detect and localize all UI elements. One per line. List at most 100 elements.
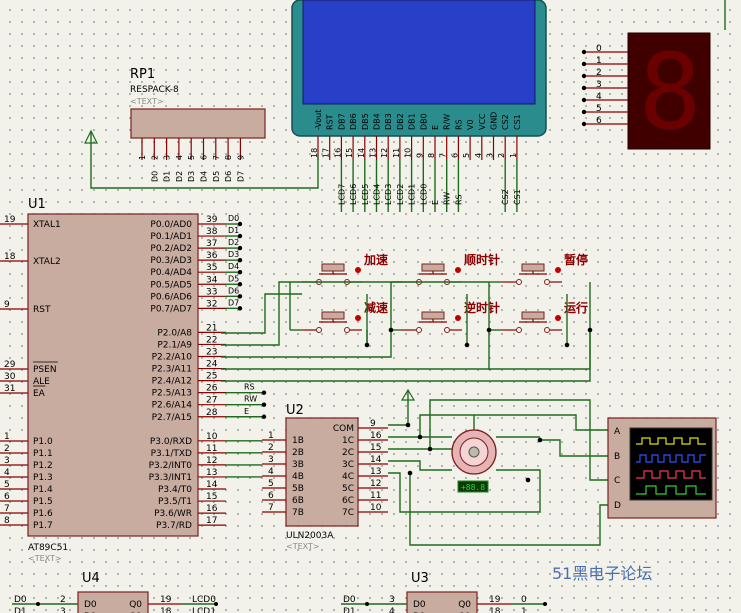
u1-pin-number: 3 <box>4 456 10 466</box>
lcd-net-label: LCD2 <box>396 184 405 205</box>
u1-pin-number: 12 <box>206 456 217 466</box>
stepper-motor[interactable]: +88.8 <box>451 429 497 493</box>
u1-pin-label: P3.4/T0 <box>158 485 192 495</box>
rp1-pin-number: 8 <box>224 155 233 160</box>
rp1-pin-number: 2 <box>150 155 159 160</box>
rp1-pin-number: 6 <box>200 155 209 160</box>
lcd-net-label: CS1 <box>513 189 522 205</box>
u1-pin-label: P1.0 <box>33 437 53 447</box>
u1-pin-number: 31 <box>4 384 15 394</box>
u1-net-label: D0 <box>228 214 239 223</box>
u2-pin-number: 14 <box>370 455 382 465</box>
u1-pin-label: P1.2 <box>33 461 53 471</box>
u1-pin-number: 35 <box>206 263 217 273</box>
lcd-pin-label: RST <box>326 114 335 130</box>
scope-channel-b: B <box>614 452 620 462</box>
pause-button[interactable]: 暂停 <box>502 252 588 285</box>
u2-pin-label: 4C <box>342 472 354 482</box>
decel-button[interactable]: 减速 <box>302 300 388 333</box>
rp1-net-label: D2 <box>175 171 184 182</box>
u1-pin-number: 18 <box>4 252 16 262</box>
lcd-pin-label: GND <box>490 112 499 130</box>
rp1-body[interactable] <box>130 108 266 139</box>
u2-pin-label: 2C <box>342 448 354 458</box>
cw-button[interactable]: 顺时针 <box>402 252 500 285</box>
u4-pin-number: 3 <box>60 607 66 613</box>
run-button[interactable]: 运行 <box>502 300 588 333</box>
lcd-net-label: LCD1 <box>408 184 417 205</box>
u3-pin-label: D0 <box>413 600 426 610</box>
u4-pin-number: 19 <box>160 595 172 605</box>
u1-pin-label: P2.1/A9 <box>157 340 192 350</box>
u1-pin-label: P2.4/A12 <box>152 377 192 387</box>
u1-pin-label: P3.3/INT1 <box>149 473 192 483</box>
lcd-net-label: LCD5 <box>361 184 370 205</box>
rp1-net-label: D6 <box>224 171 233 182</box>
u4-pin-number: 2 <box>60 595 66 605</box>
u3-net-in: D1 <box>343 607 356 613</box>
lcd-pin-label: DB5 <box>361 113 370 130</box>
lcd-net-label: LCD0 <box>419 184 428 205</box>
lcd-pin-label: R/W <box>443 114 452 130</box>
lcd-net-label: LCD3 <box>384 184 393 205</box>
u2-pin-number: 15 <box>370 443 381 453</box>
u2-pin-label: 3B <box>292 460 304 470</box>
seg-digit: 8 <box>639 31 702 153</box>
lcd-pin-label: RS <box>454 119 463 130</box>
u2-part: ULN2003A <box>286 531 334 541</box>
rp1-ref: RP1 <box>130 67 155 82</box>
u2-pin-label: 3C <box>342 460 354 470</box>
lcd-module[interactable]: -Vout18RST17DB716DB615DB514DB413DB312DB2… <box>291 0 547 212</box>
ccw-button-label: 逆时针 <box>464 300 500 315</box>
oscilloscope[interactable]: A B C D <box>607 417 717 519</box>
lcd-pin-label: CS1 <box>513 114 522 130</box>
u2-pin-label: 7C <box>342 508 354 518</box>
u1-net-label: D6 <box>228 286 239 295</box>
u1-pin-number: 13 <box>206 468 217 478</box>
button-wiring <box>221 281 593 382</box>
seven-segment-display[interactable]: 8 0 1 2 3 4 5 6 <box>581 31 711 153</box>
u1-pin-number: 9 <box>4 300 10 310</box>
u1-pin-number: 33 <box>206 287 217 297</box>
lcd-pin-label: -Vout <box>314 110 323 130</box>
lcd-net-label: CS2 <box>501 189 510 205</box>
u1-pin-label: RST <box>33 305 51 315</box>
u1-pin-number: 38 <box>206 227 218 237</box>
u1-net-label: D2 <box>228 238 239 247</box>
ccw-button[interactable]: 逆时针 <box>402 300 500 333</box>
lcd-net-label: RW <box>443 192 452 205</box>
u3-pin-number: 4 <box>389 607 395 613</box>
u2-pin-number: 4 <box>268 467 274 477</box>
u1-text: <TEXT> <box>28 554 62 563</box>
u4-latch[interactable]: U4D02D0Q019LCD0D13D1Q118LCD1 <box>12 571 218 613</box>
seg-pin-label: 0 <box>596 44 602 54</box>
u1-pin-label: P2.3/A11 <box>152 365 192 375</box>
u2-text: <TEXT> <box>286 542 320 551</box>
u2-pin-number: 11 <box>370 491 381 501</box>
motor-wiring <box>388 388 608 546</box>
u1-net-label: RS <box>244 383 255 392</box>
u1-pin-label: P2.5/A13 <box>152 389 192 399</box>
scope-channel-c: C <box>614 476 620 486</box>
u2-pin-number: 12 <box>370 479 381 489</box>
seg-pin-label: 3 <box>596 80 602 90</box>
u1-pin-label: P2.6/A14 <box>152 401 193 411</box>
u1-pin-number: 34 <box>206 275 218 285</box>
u1-pin-number: 4 <box>4 468 10 478</box>
accel-button-label: 加速 <box>363 252 388 267</box>
u2-pin-number: 9 <box>370 419 376 429</box>
rp1-pin-number: 3 <box>163 155 172 160</box>
u2-pin-label: 4B <box>292 472 304 482</box>
u1-pin-label: P1.1 <box>33 449 53 459</box>
u2-pin-number: 10 <box>370 503 382 513</box>
lcd-net-label: LCD4 <box>373 184 382 205</box>
u3-latch[interactable]: U3D03D0Q0190D14D1Q1181 <box>341 571 547 613</box>
u1-pin-number: 23 <box>206 348 217 358</box>
u1-pin-label: PSEN <box>33 365 57 375</box>
u2-pin-label: 2B <box>292 448 304 458</box>
accel-button[interactable]: 加速 <box>302 252 388 285</box>
u1-pin-number: 37 <box>206 239 217 249</box>
lcd-net-label: E <box>431 200 440 205</box>
watermark: 51黑电子论坛 <box>552 564 652 583</box>
rp1-net-label: D5 <box>212 171 221 182</box>
